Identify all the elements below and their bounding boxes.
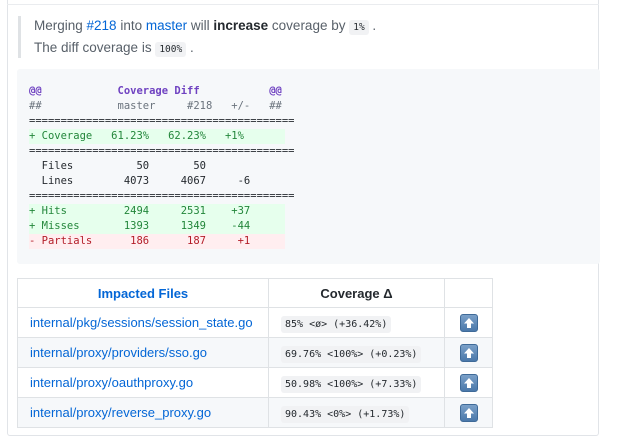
summary-line: Merging #218 into master will increase c… bbox=[34, 18, 377, 35]
diff-line-add: + Coverage 61.23% 62.23% +1% bbox=[29, 129, 289, 144]
table-row: internal/proxy/reverse_proxy.go 90.43% <0… bbox=[17, 397, 493, 428]
file-link[interactable]: internal/proxy/oauthproxy.go bbox=[30, 375, 193, 390]
coverage-value: 50.98% <100%> (+7.33%) bbox=[281, 376, 422, 393]
coverage-cell: 69.76% <100%> (+0.23%) bbox=[268, 337, 445, 368]
arrow-cell bbox=[444, 367, 493, 398]
coverage-value: 69.76% <100%> (+0.23%) bbox=[281, 346, 422, 363]
table-row: internal/pkg/sessions/session_state.go 85… bbox=[17, 307, 493, 338]
arrow-header bbox=[444, 278, 493, 308]
table-row: internal/proxy/oauthproxy.go 50.98% <100%… bbox=[17, 367, 493, 398]
pr-link[interactable]: #218 bbox=[87, 18, 117, 33]
diff-line-sep: ========================================… bbox=[29, 190, 295, 202]
branch-link[interactable]: master bbox=[146, 18, 187, 33]
diff-line-plain: Lines 4073 4067 -6 bbox=[29, 175, 289, 187]
arrow-up-icon[interactable] bbox=[459, 403, 478, 422]
coverage-value: 90.43% <0%> (+1.73%) bbox=[281, 406, 410, 423]
table-header-row: Impacted Files Coverage Δ bbox=[17, 278, 493, 308]
coverage-cell: 85% <ø> (+36.42%) bbox=[268, 307, 445, 338]
file-cell: internal/pkg/sessions/session_state.go bbox=[17, 307, 269, 338]
table-row: internal/proxy/providers/sso.go 69.76% <1… bbox=[17, 337, 493, 368]
diff-line-sep: ========================================… bbox=[29, 115, 295, 127]
arrow-up-icon[interactable] bbox=[459, 373, 478, 392]
diff-line-sub: ## master #218 +/- ## bbox=[29, 100, 282, 112]
arrow-up-icon[interactable] bbox=[459, 343, 478, 362]
coverage-summary: Merging #218 into master will increase c… bbox=[18, 16, 376, 58]
file-cell: internal/proxy/oauthproxy.go bbox=[17, 367, 269, 398]
file-link[interactable]: internal/proxy/providers/sso.go bbox=[30, 345, 207, 360]
file-link[interactable]: internal/proxy/reverse_proxy.go bbox=[30, 405, 211, 420]
coverage-diff-block: @@ Coverage Diff @@ ## master #218 +/- ##… bbox=[17, 69, 600, 264]
diff-line-sep: ========================================… bbox=[29, 145, 295, 157]
impacted-files-table: Impacted Files Coverage Δ internal/pkg/s… bbox=[17, 278, 493, 428]
arrow-up-icon[interactable] bbox=[459, 313, 478, 332]
file-cell: internal/proxy/providers/sso.go bbox=[17, 337, 269, 368]
diff-line-hdr: @@ Coverage Diff @@ bbox=[29, 85, 282, 97]
arrow-cell bbox=[444, 397, 493, 428]
coverage-delta-header: Coverage Δ bbox=[268, 278, 445, 308]
diff-line-add: + Misses 1393 1349 -44 bbox=[29, 219, 289, 234]
diff-coverage-value: 100% bbox=[155, 42, 187, 57]
file-cell: internal/proxy/reverse_proxy.go bbox=[17, 397, 269, 428]
coverage-cell: 90.43% <0%> (+1.73%) bbox=[268, 397, 445, 428]
impacted-files-body: internal/pkg/sessions/session_state.go 85… bbox=[17, 307, 493, 428]
card-divider bbox=[7, 4, 599, 5]
arrow-cell bbox=[444, 337, 493, 368]
diff-coverage-line: The diff coverage is 100% . bbox=[34, 40, 194, 57]
file-link[interactable]: internal/pkg/sessions/session_state.go bbox=[30, 315, 253, 330]
coverage-verb: increase bbox=[213, 18, 269, 33]
impacted-files-header: Impacted Files bbox=[17, 278, 269, 308]
diff-line-plain: Files 50 50 bbox=[29, 160, 289, 172]
arrow-cell bbox=[444, 307, 493, 338]
coverage-value: 85% <ø> (+36.42%) bbox=[281, 316, 392, 333]
coverage-diff-lines: @@ Coverage Diff @@ ## master #218 +/- ##… bbox=[29, 84, 600, 249]
coverage-delta: 1% bbox=[349, 20, 369, 35]
diff-line-del: - Partials 186 187 +1 bbox=[29, 234, 289, 249]
diff-line-add: + Hits 2494 2531 +37 bbox=[29, 204, 289, 219]
coverage-cell: 50.98% <100%> (+7.33%) bbox=[268, 367, 445, 398]
